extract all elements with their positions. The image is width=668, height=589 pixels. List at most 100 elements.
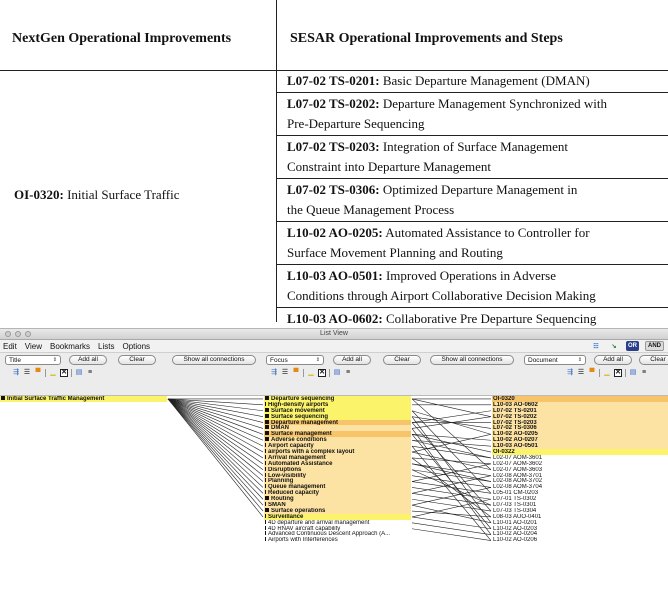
item-marker-icon bbox=[265, 431, 269, 436]
header-sesar: SESAR Operational Improvements and Steps bbox=[290, 31, 563, 46]
col1-field-select[interactable]: Title ⇕ bbox=[5, 355, 61, 365]
item-marker-icon bbox=[265, 472, 266, 477]
remove-icon[interactable]: ✕ bbox=[318, 369, 326, 377]
sesar-row-line1: L10-03 AO-0602: Collaborative Pre Depart… bbox=[287, 309, 668, 330]
connection-line bbox=[411, 493, 492, 506]
sesar-row: L07-02 TS-0306: Optimized Departure Mana… bbox=[276, 179, 668, 222]
list-item[interactable]: Initial Surface Traffic Management bbox=[0, 396, 167, 402]
item-marker-icon bbox=[265, 407, 269, 412]
menu-view[interactable]: View bbox=[25, 342, 42, 351]
connection-line bbox=[411, 410, 492, 494]
connection-line bbox=[411, 522, 492, 535]
col2-clear-button[interactable]: Clear bbox=[383, 355, 421, 365]
collapse-icon[interactable]: ≡ bbox=[640, 369, 648, 377]
sesar-code: L10-03 AO-0602: bbox=[287, 310, 383, 326]
sesar-row-line2: the Queue Management Process bbox=[287, 202, 455, 217]
list-item-label: Initial Surface Traffic Management bbox=[7, 396, 105, 402]
col2-show-all-connections-button[interactable]: Show all connections bbox=[430, 355, 514, 365]
item-marker-icon bbox=[265, 484, 266, 489]
col3-add-all-button[interactable]: Add all bbox=[594, 355, 632, 365]
menu-lists[interactable]: Lists bbox=[98, 342, 114, 351]
sesar-row: L07-02 TS-0202: Departure Management Syn… bbox=[276, 93, 668, 136]
remove-icon[interactable]: ✕ bbox=[614, 369, 622, 377]
collapse-icon[interactable]: ≡ bbox=[86, 369, 94, 377]
marker-icon[interactable]: ▁ bbox=[307, 369, 315, 377]
list-item-label: L10-02 AO-0206 bbox=[493, 537, 538, 544]
oi-text: Initial Surface Traffic bbox=[63, 187, 180, 202]
connection-line bbox=[167, 398, 264, 494]
expand-icon[interactable]: ▤ bbox=[629, 369, 637, 377]
marker-icon[interactable]: ▁ bbox=[49, 369, 57, 377]
sesar-title: Basic Departure Management (DMAN) bbox=[379, 73, 590, 88]
sesar-code: L07-02 TS-0306: bbox=[287, 181, 380, 197]
remove-icon[interactable]: ✕ bbox=[60, 369, 68, 377]
menu-edit[interactable]: Edit bbox=[3, 342, 17, 351]
chevron-updown-icon: ⇕ bbox=[315, 357, 320, 363]
highlight-icon[interactable]: ▀ bbox=[34, 369, 42, 377]
sesar-title: Collaborative Pre Departure Sequencing bbox=[382, 310, 597, 326]
divider bbox=[329, 369, 330, 377]
sort-icon[interactable]: ⇶ bbox=[270, 369, 278, 377]
list-item[interactable]: Airports with Interferences bbox=[264, 537, 411, 543]
list-item-label: Airports with Interferences bbox=[268, 537, 338, 544]
col1-select-value: Title bbox=[9, 356, 22, 364]
column-controls: Title ⇕ Add all Clear Show all connection… bbox=[0, 353, 668, 368]
col1-iconbar: ⇶ ☰ ▀ ▁ ✕ ▤ ≡ bbox=[12, 369, 94, 377]
col3-field-select[interactable]: Document ⇕ bbox=[524, 355, 586, 365]
sort-icon[interactable]: ⇶ bbox=[12, 369, 20, 377]
col2-iconbar: ⇶ ☰ ▀ ▁ ✕ ▤ ≡ bbox=[270, 369, 352, 377]
menu-bar: Edit View Bookmarks Lists Options ☷ ↘ OR AND bbox=[0, 340, 668, 353]
sesar-row: L10-03 AO-0602: Collaborative Pre Depart… bbox=[276, 308, 668, 330]
focus-list: Departure sequencing High-density airport… bbox=[264, 396, 411, 543]
sesar-rows: L07-02 TS-0201: Basic Departure Manageme… bbox=[276, 70, 668, 329]
sesar-row-line2: Pre-Departure Sequencing bbox=[287, 116, 425, 131]
connections-icon[interactable]: ↘ bbox=[608, 341, 620, 351]
item-marker-icon bbox=[265, 507, 269, 512]
sort-icon[interactable]: ⇶ bbox=[566, 369, 574, 377]
item-marker-icon bbox=[265, 460, 266, 465]
or-toggle[interactable]: OR bbox=[626, 341, 639, 351]
window-titlebar: List View bbox=[0, 329, 668, 340]
list-item[interactable]: L10-02 AO-0206 bbox=[492, 537, 668, 543]
column-iconbars: ⇶ ☰ ▀ ▁ ✕ ▤ ≡ ⇶ ☰ ▀ ▁ ✕ ▤ ≡ ⇶ ☰ ▀ ▁ ✕ ▤ … bbox=[0, 368, 668, 380]
expand-icon[interactable]: ▤ bbox=[75, 369, 83, 377]
list-icon[interactable]: ☰ bbox=[577, 369, 585, 377]
col3-clear-button[interactable]: Clear bbox=[639, 355, 668, 365]
item-marker-icon bbox=[265, 425, 269, 430]
item-marker-icon bbox=[265, 437, 269, 442]
col2-field-select[interactable]: Focus ⇕ bbox=[266, 355, 324, 365]
document-list: OI-0320 L10-03 AO-0602 L07-02 TS-0201 L07-0… bbox=[492, 396, 668, 543]
connection-line bbox=[411, 475, 492, 494]
highlight-icon[interactable]: ▀ bbox=[588, 369, 596, 377]
collapse-icon[interactable]: ≡ bbox=[344, 369, 352, 377]
item-marker-icon bbox=[265, 519, 266, 524]
marker-icon[interactable]: ▁ bbox=[603, 369, 611, 377]
col1-add-all-button[interactable]: Add all bbox=[69, 355, 107, 365]
connection-line bbox=[167, 398, 264, 447]
highlight-icon[interactable]: ▀ bbox=[292, 369, 300, 377]
and-toggle[interactable]: AND bbox=[645, 341, 664, 351]
sesar-row-line2: Constraint into Departure Management bbox=[287, 159, 491, 174]
col3-select-value: Document bbox=[528, 356, 558, 364]
sesar-row-line1: L10-03 AO-0501: Improved Operations in A… bbox=[287, 266, 668, 287]
header-nextgen: NextGen Operational Improvements bbox=[12, 31, 232, 46]
sesar-title: Departure Management Synchronized with bbox=[379, 95, 608, 111]
sesar-code: L07-02 TS-0203: bbox=[287, 138, 380, 154]
col1-clear-button[interactable]: Clear bbox=[118, 355, 156, 365]
menu-bookmarks[interactable]: Bookmarks bbox=[50, 342, 90, 351]
col1-show-all-connections-button[interactable]: Show all connections bbox=[172, 355, 256, 365]
sesar-row-line2: Conditions through Airport Collaborative… bbox=[287, 288, 596, 303]
sesar-row-line1: L07-02 TS-0201: Basic Departure Manageme… bbox=[287, 71, 668, 92]
list-view-window: List View Edit View Bookmarks Lists Options … bbox=[0, 328, 668, 589]
connection-line bbox=[411, 498, 492, 512]
list-icon[interactable]: ☰ bbox=[23, 369, 31, 377]
col2-add-all-button[interactable]: Add all bbox=[333, 355, 371, 365]
menu-options[interactable]: Options bbox=[122, 342, 150, 351]
divider bbox=[599, 369, 600, 377]
nextgen-oi-cell: OI-0320: Initial Surface Traffic bbox=[14, 187, 180, 203]
sesar-code: L07-02 TS-0201: bbox=[287, 73, 380, 88]
menus: Edit View Bookmarks Lists Options bbox=[3, 342, 150, 351]
list-icon[interactable]: ☰ bbox=[281, 369, 289, 377]
expand-icon[interactable]: ▤ bbox=[333, 369, 341, 377]
list-layout-icon[interactable]: ☷ bbox=[590, 341, 602, 351]
